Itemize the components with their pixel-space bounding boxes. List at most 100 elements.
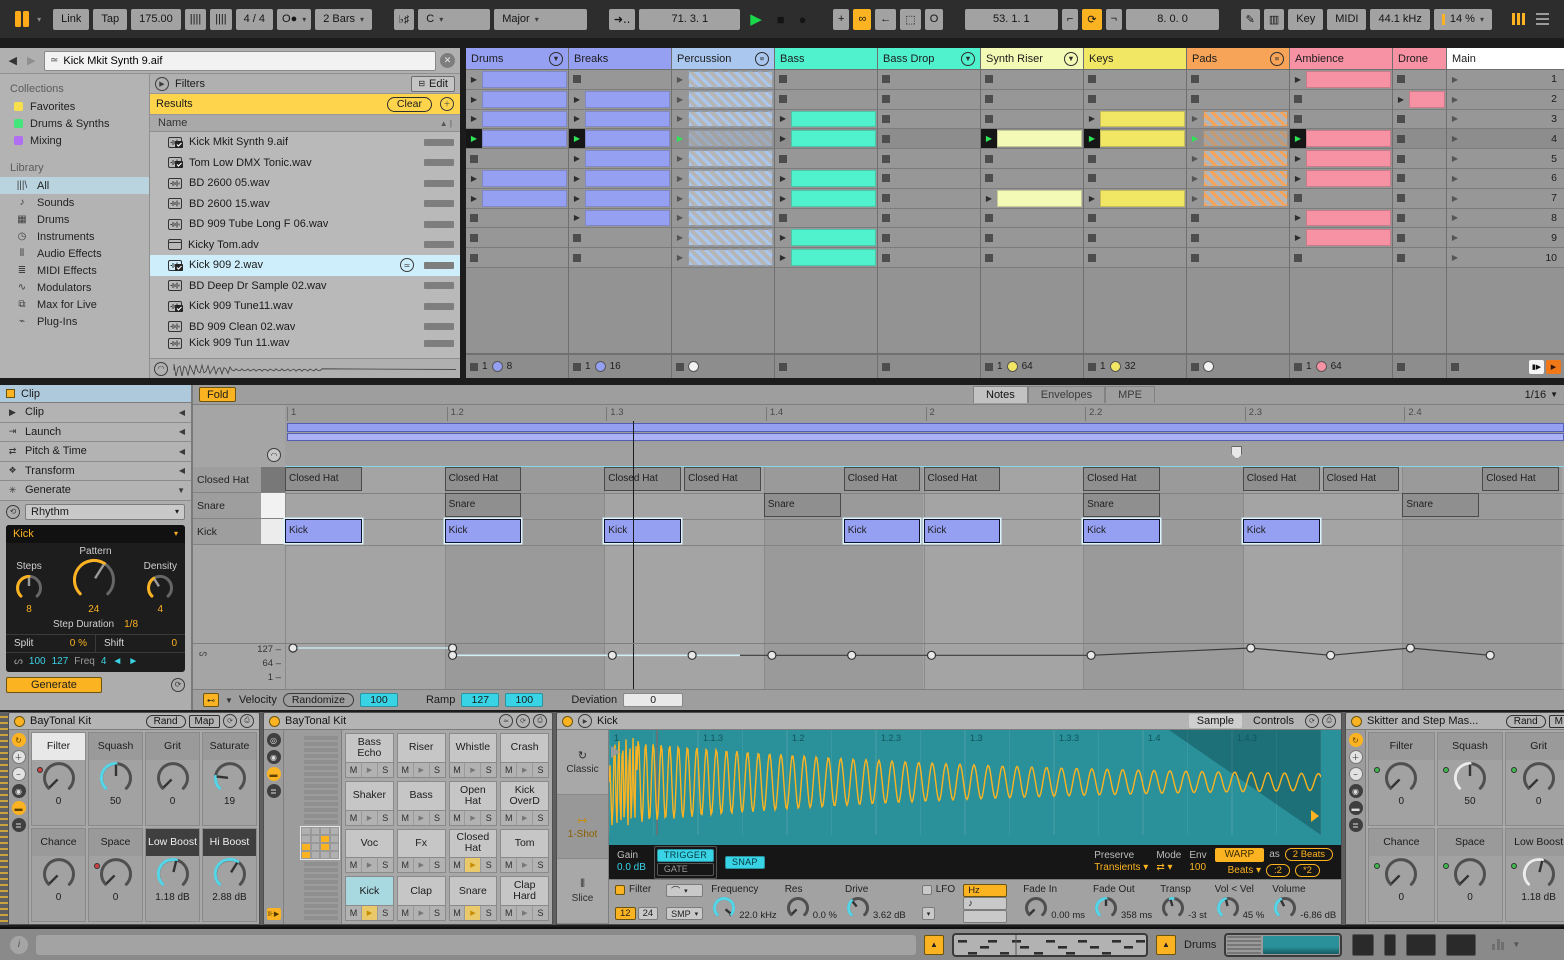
clip[interactable]: ▶ [1084, 109, 1186, 130]
midi-note-closed-hat[interactable]: Closed Hat [1083, 467, 1160, 491]
pad-riser[interactable]: Riser M ▶ S [396, 733, 446, 778]
clip-play-icon[interactable]: ▶ [1187, 110, 1203, 129]
clip-slot[interactable] [878, 168, 980, 189]
fade-out-knob[interactable]: Fade Out 358 ms [1093, 882, 1152, 922]
clip-slot[interactable] [1084, 248, 1186, 268]
device-drag-strip[interactable] [0, 712, 8, 925]
punch-in-button[interactable]: ⌐ [1061, 8, 1079, 30]
midi-note-closed-hat[interactable]: Closed Hat [684, 467, 761, 491]
lane-chevron-icon[interactable]: ▼ [225, 696, 233, 705]
warp-half-button[interactable]: :2 [1266, 863, 1290, 877]
clip-play-icon[interactable]: ▶ [1393, 90, 1409, 109]
clip-slot[interactable] [569, 70, 671, 90]
pad-play-icon[interactable]: ▶ [517, 762, 534, 777]
knob-dial[interactable] [1383, 856, 1419, 892]
section-expanded-icon[interactable]: ▼ [177, 486, 185, 495]
device-activator[interactable] [269, 715, 280, 727]
clip-play-icon[interactable]: ▶ [569, 209, 585, 228]
generate-button[interactable]: Generate [6, 676, 102, 693]
clip-slot[interactable] [466, 149, 568, 169]
clip-play-icon[interactable]: ▶ [775, 169, 791, 188]
pad-mute-button[interactable]: M [397, 858, 414, 873]
clip-slot[interactable] [1290, 248, 1392, 268]
knob-dial[interactable] [41, 760, 77, 796]
filter-circuit-menu[interactable]: SMP [666, 907, 704, 920]
section-collapsed-icon[interactable]: ◀ [179, 447, 185, 456]
track-header[interactable]: Bass [775, 48, 877, 70]
clip-slot[interactable] [775, 149, 877, 169]
sidebar-item-midi-effects[interactable]: ≣ MIDI Effects [0, 262, 149, 279]
clip-slot[interactable] [1084, 70, 1186, 90]
clip[interactable]: ▶ [569, 168, 671, 189]
clip-slot[interactable] [981, 208, 1083, 229]
track-status[interactable] [672, 354, 774, 378]
preview-bar[interactable]: ◠ [150, 358, 460, 378]
track-header[interactable]: Bass Drop ▼ [878, 48, 980, 70]
playing-clip[interactable]: ▶ [981, 129, 1083, 150]
section-collapsed-icon[interactable]: ◀ [179, 466, 185, 475]
lfo-hz-button[interactable]: Hz [963, 884, 1008, 897]
section-clip[interactable]: ▶ Clip ◀ [0, 403, 191, 423]
file-tom-low-dmx-tonic-wav[interactable]: Tom Low DMX Tonic.wav [150, 153, 460, 174]
snap-button[interactable]: SNAP [725, 855, 765, 869]
refresh-icon[interactable]: ⟳ [1305, 714, 1319, 728]
quantize-menu[interactable]: 2 Bars [315, 8, 373, 30]
logo-menu-chevron-icon[interactable]: ▾ [37, 15, 41, 24]
clip[interactable]: ▶ [672, 208, 774, 229]
device-thumbnail[interactable] [1406, 933, 1437, 956]
device-activator[interactable] [14, 715, 25, 727]
knob-dial[interactable] [41, 856, 77, 892]
rand-macros-button[interactable]: Rand [145, 714, 186, 728]
macro-filter[interactable]: Filter 0 [1368, 732, 1435, 826]
tab-envelopes[interactable]: Envelopes [1027, 386, 1106, 403]
cpu-meter[interactable]: 14 % [1433, 8, 1492, 30]
device-title[interactable]: Skitter and Step Mas... [1367, 715, 1478, 727]
pad-snare[interactable]: Snare M ▶ S [448, 876, 498, 921]
pad-solo-button[interactable]: S [533, 810, 549, 825]
pad-clap[interactable]: Clap M ▶ S [396, 876, 446, 921]
pad-play-icon[interactable]: ▶ [517, 810, 534, 825]
playhead[interactable] [633, 421, 634, 643]
scene-play-icon[interactable]: ▶ [1447, 154, 1463, 163]
row-label-kick[interactable]: Kick [193, 519, 261, 545]
pad-voc[interactable]: Voc M ▶ S [345, 828, 394, 874]
warp-double-button[interactable]: *2 [1294, 863, 1320, 877]
track-header[interactable]: Drums ▼ [466, 48, 568, 70]
clip[interactable]: ▶ [775, 248, 877, 268]
midi-note-snare[interactable]: Snare [1402, 493, 1480, 517]
frequency-knob[interactable]: Frequency 22.0 kHz [711, 882, 777, 922]
clip-play-icon[interactable]: ▶ [672, 228, 688, 247]
clip-slot[interactable] [981, 70, 1083, 90]
accidental-toggle[interactable]: ♭♯ [393, 8, 415, 30]
file-bd-2600-15-wav[interactable]: >BD 2600 15.wav [150, 194, 460, 215]
clip-slot[interactable] [981, 149, 1083, 169]
pad-shaker[interactable]: Shaker M ▶ S [345, 780, 394, 826]
clip-slot[interactable] [1393, 228, 1446, 249]
file-kicky-tom-adv[interactable]: Kicky Tom.adv [150, 235, 460, 256]
add-macro-icon[interactable]: ＋ [1348, 750, 1363, 764]
hot-swap-icon[interactable]: ≃ [400, 258, 414, 273]
clip[interactable]: ▶ [1290, 70, 1392, 90]
clip-slot[interactable] [981, 89, 1083, 110]
midi-note-kick[interactable]: Kick [923, 519, 1001, 543]
snapshot-icon[interactable]: ◉ [11, 784, 26, 798]
clip-play-icon[interactable]: ▶ [775, 110, 791, 129]
midi-note-kick[interactable]: Kick [843, 519, 921, 543]
midi-note-kick[interactable]: Kick [604, 519, 682, 543]
show-macros-icon[interactable]: ▬ [1348, 801, 1363, 815]
knob-dial[interactable] [1521, 856, 1557, 892]
clip-slot[interactable] [1290, 109, 1392, 130]
clip[interactable]: ▶ [569, 89, 671, 110]
clip-slot[interactable] [775, 89, 877, 110]
clip-slot[interactable] [1393, 70, 1446, 90]
scene-play-icon[interactable]: ▶ [1447, 75, 1463, 84]
pad-solo-button[interactable]: S [377, 858, 393, 873]
deviation-field[interactable]: 0 [623, 693, 684, 707]
scene-play-icon[interactable]: ▶ [1447, 95, 1463, 104]
clip-slot[interactable] [775, 70, 877, 90]
clip-play-icon[interactable]: ▶ [1290, 149, 1306, 168]
pad-solo-button[interactable]: S [533, 858, 549, 873]
pad-solo-button[interactable]: S [533, 906, 549, 920]
playing-clip[interactable]: ▶ [672, 129, 774, 150]
pad-mute-button[interactable]: M [501, 762, 518, 777]
